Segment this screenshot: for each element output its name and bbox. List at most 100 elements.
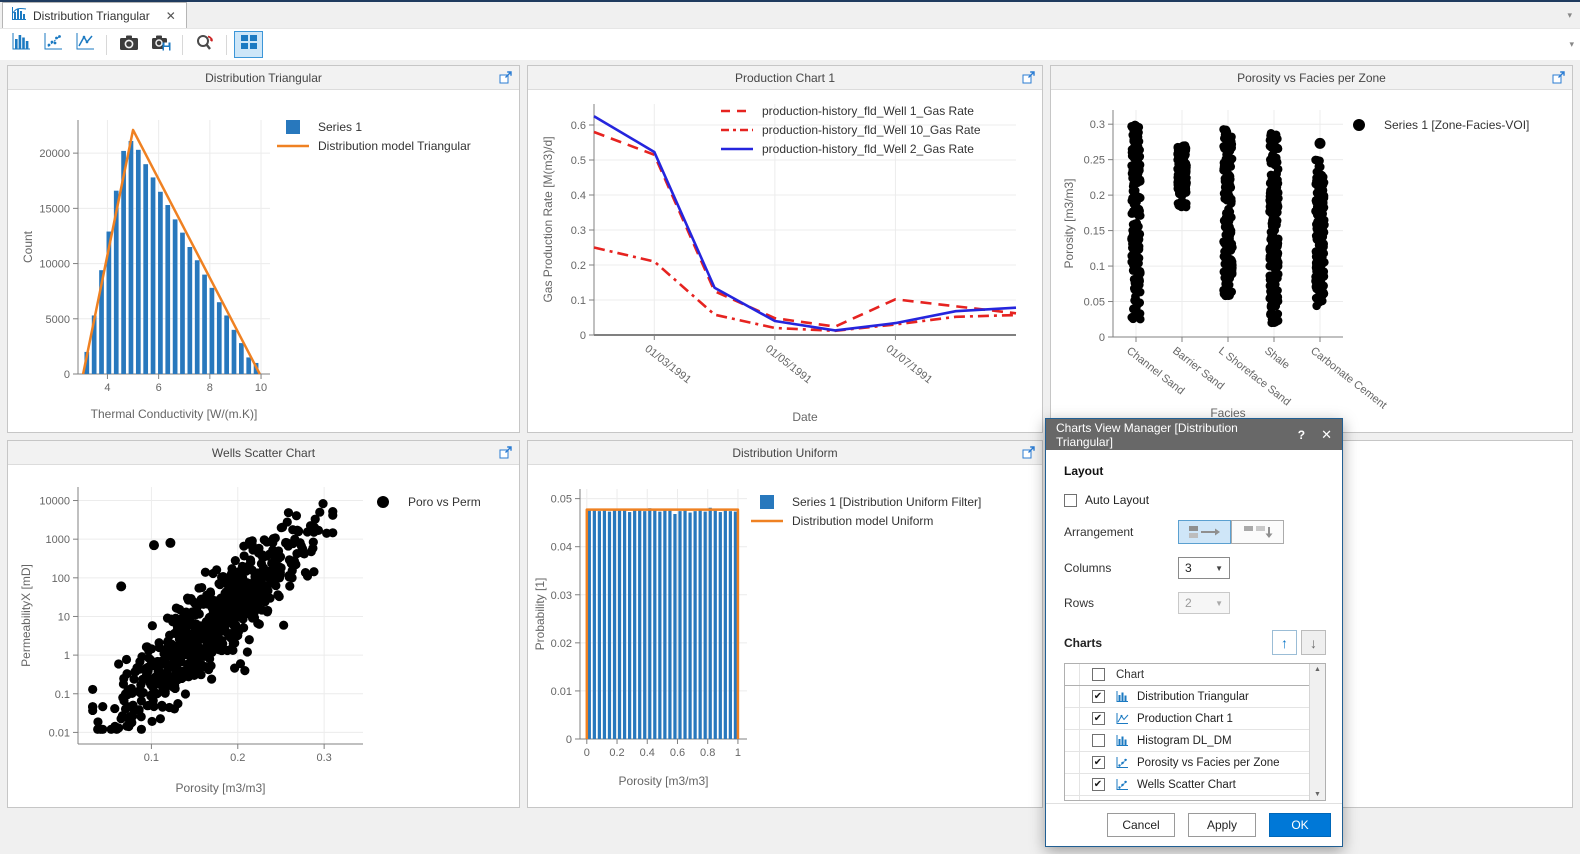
chart-visible-checkbox[interactable]: ✔ [1092, 712, 1105, 725]
auto-layout-checkbox[interactable] [1064, 494, 1077, 507]
chart-list-row[interactable]: ✔Wells Scatter Chart [1065, 774, 1309, 796]
svg-text:0.4: 0.4 [571, 190, 586, 202]
svg-text:Distribution model Uniform: Distribution model Uniform [792, 514, 933, 528]
chart-list-row[interactable]: ✔Distribution Uniform [1065, 796, 1309, 800]
chart-visible-checkbox[interactable] [1092, 734, 1105, 747]
svg-text:0: 0 [566, 734, 572, 746]
new-histogram-button[interactable] [6, 31, 35, 58]
svg-text:01/03/1991: 01/03/1991 [642, 343, 693, 386]
chart-list-row[interactable]: ✔ Porosity vs Facies per Zone [1065, 752, 1309, 774]
tab-overflow-chevron-icon[interactable]: ▾ [1567, 10, 1572, 21]
svg-text:0.05: 0.05 [551, 494, 572, 506]
svg-text:Series 1 [Distribution Uniform: Series 1 [Distribution Uniform Filter] [792, 495, 981, 509]
svg-text:0.05: 0.05 [1084, 297, 1105, 309]
panel-header[interactable]: Wells Scatter Chart [8, 441, 519, 465]
apply-button[interactable]: Apply [1188, 813, 1256, 837]
svg-text:Porosity [m3/m3]: Porosity [m3/m3] [1062, 178, 1076, 268]
chart-canvas-porosity-vs-facies[interactable]: 00.050.10.150.20.250.3Channel SandBarrie… [1051, 90, 1572, 432]
svg-text:PermeabilityX [mD]: PermeabilityX [mD] [19, 564, 33, 667]
move-chart-up-button[interactable]: ↑ [1272, 630, 1297, 655]
chart-list-label: Distribution Triangular [1137, 691, 1309, 703]
popout-icon[interactable] [499, 446, 513, 459]
tab-close-icon[interactable]: ✕ [166, 9, 176, 23]
tab-distribution-triangular[interactable]: Distribution Triangular ✕ [2, 2, 187, 28]
toolbar-separator [106, 35, 107, 55]
new-scatter-chart-button[interactable] [38, 31, 67, 58]
panel-distribution-uniform: Distribution Uniform 00.010.020.030.040.… [527, 440, 1043, 808]
snapshot-button[interactable] [114, 31, 143, 58]
arrangement-horizontal-button[interactable] [1178, 520, 1231, 544]
dialog-titlebar[interactable]: Charts View Manager [Distribution Triang… [1046, 419, 1342, 450]
chart-svg: 0500010000150002000046810Thermal Conduct… [8, 90, 519, 432]
cancel-button[interactable]: Cancel [1107, 813, 1175, 837]
toolbar-overflow-chevron-icon[interactable]: ▾ [1569, 39, 1574, 50]
columns-dropdown[interactable]: 3▼ [1178, 557, 1230, 579]
chart-visible-checkbox[interactable]: ✔ [1092, 756, 1105, 769]
scroll-down-icon[interactable]: ▼ [1314, 791, 1321, 798]
arrangement-label: Arrangement [1064, 525, 1178, 539]
layout-grid-icon [240, 34, 258, 55]
snapshot-save-button[interactable] [146, 31, 175, 58]
popout-icon[interactable] [1022, 71, 1036, 84]
dialog-body: Layout Auto Layout Arrangement Columns 3… [1046, 450, 1342, 846]
svg-text:0: 0 [1099, 332, 1105, 344]
help-button[interactable]: ? [1298, 428, 1305, 442]
select-all-checkbox[interactable] [1092, 668, 1105, 681]
chart-canvas-wells-scatter[interactable]: 0.010.11101001000100000.10.20.3Porosity … [8, 465, 519, 807]
scroll-up-icon[interactable]: ▲ [1314, 666, 1321, 673]
rows-dropdown: 2▼ [1178, 592, 1230, 614]
scatter-chart-icon [43, 33, 63, 56]
zoom-reset-button[interactable] [190, 31, 219, 58]
panel-title: Production Chart 1 [735, 71, 835, 85]
ok-button[interactable]: OK [1269, 813, 1331, 837]
svg-text:10000: 10000 [39, 259, 70, 271]
auto-layout-label: Auto Layout [1085, 493, 1149, 507]
panel-header[interactable]: Distribution Uniform [528, 441, 1042, 465]
svg-text:0.02: 0.02 [551, 638, 572, 650]
chart-list-scrollbar[interactable]: ▲ ▼ [1309, 664, 1325, 800]
svg-text:production-history_fld_Well 2_: production-history_fld_Well 2_Gas Rate [762, 142, 974, 156]
tab-strip: Distribution Triangular ✕ ▾ [0, 2, 1580, 29]
new-line-chart-button[interactable] [70, 31, 99, 58]
zoom-reset-icon [195, 33, 215, 56]
panel-header[interactable]: Porosity vs Facies per Zone [1051, 66, 1572, 90]
popout-icon[interactable] [499, 71, 513, 84]
chart-canvas-distribution-uniform[interactable]: 00.010.020.030.040.0500.20.40.60.81Poros… [528, 465, 1042, 807]
arrangement-vertical-button[interactable] [1231, 520, 1284, 544]
svg-text:10: 10 [58, 611, 70, 623]
panel-header[interactable]: Production Chart 1 [528, 66, 1042, 90]
chart-visible-checkbox[interactable]: ✔ [1092, 690, 1105, 703]
svg-text:10000: 10000 [39, 496, 70, 508]
chart-canvas-distribution-triangular[interactable]: 0500010000150002000046810Thermal Conduct… [8, 90, 519, 432]
charts-view-manager-button[interactable] [234, 31, 263, 58]
chart-list-label: Porosity vs Facies per Zone [1137, 757, 1309, 769]
chart-list-row[interactable]: ✔Production Chart 1 [1065, 708, 1309, 730]
chart-svg: 00.010.020.030.040.0500.20.40.60.81Poros… [528, 465, 1042, 807]
chart-svg: 0.010.11101001000100000.10.20.3Porosity … [8, 465, 519, 807]
svg-text:20000: 20000 [39, 148, 70, 160]
popout-icon[interactable] [1022, 446, 1036, 459]
move-chart-down-button[interactable]: ↓ [1301, 630, 1326, 655]
svg-text:0.8: 0.8 [700, 747, 715, 759]
svg-text:0.4: 0.4 [640, 747, 655, 759]
close-button[interactable]: ✕ [1321, 427, 1332, 443]
arrow-down-icon: ↓ [1310, 635, 1317, 651]
svg-text:Thermal Conductivity [W/(m.K)]: Thermal Conductivity [W/(m.K)] [91, 407, 258, 421]
panel-title: Distribution Triangular [205, 71, 322, 85]
svg-text:Series 1 [Zone-Facies-VOI]: Series 1 [Zone-Facies-VOI] [1384, 118, 1529, 132]
chart-visible-checkbox[interactable]: ✔ [1092, 778, 1105, 791]
svg-text:Shale: Shale [1262, 345, 1292, 372]
chart-canvas-production-chart-1[interactable]: 00.10.20.30.40.50.601/03/199101/05/19910… [528, 90, 1042, 432]
panel-title: Wells Scatter Chart [212, 446, 315, 460]
chart-list-row[interactable]: ✔ Distribution Triangular [1065, 686, 1309, 708]
svg-text:1: 1 [64, 650, 70, 662]
panel-header[interactable]: Distribution Triangular [8, 66, 519, 90]
line-chart-icon [75, 33, 95, 56]
toolbar-separator [182, 35, 183, 55]
dialog-footer: Cancel Apply OK [1046, 803, 1342, 846]
svg-text:0.04: 0.04 [551, 542, 572, 554]
snapshot-save-icon [151, 34, 171, 56]
popout-icon[interactable] [1552, 71, 1566, 84]
chart-list-row[interactable]: Histogram DL_DM [1065, 730, 1309, 752]
svg-text:0.1: 0.1 [55, 689, 70, 701]
